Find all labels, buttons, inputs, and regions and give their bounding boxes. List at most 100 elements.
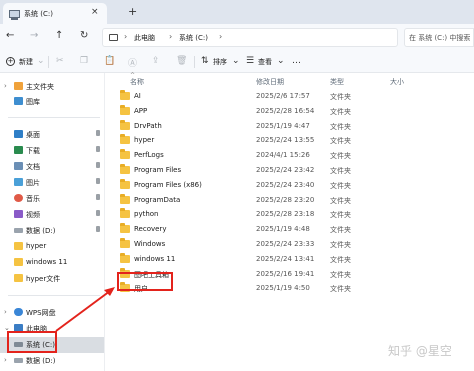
chevron-right-icon[interactable]: › (4, 308, 7, 316)
new-tab-button[interactable]: + (128, 5, 137, 18)
sidebar-item-home[interactable]: › 主文件夹 (0, 79, 104, 95)
plus-circle-icon[interactable]: + (6, 57, 15, 66)
column-header-modified[interactable]: 修改日期 (256, 77, 284, 87)
column-header-type[interactable]: 类型 (330, 77, 344, 87)
drive-icon (14, 228, 23, 233)
file-date: 2025/2/24 23:33 (256, 240, 315, 248)
file-type: 文件夹 (330, 285, 351, 294)
file-type: 文件夹 (330, 181, 351, 190)
file-row[interactable]: hyper 2025/2/24 13:55 文件夹 (120, 134, 368, 148)
file-type: 文件夹 (330, 241, 351, 249)
up-arrow-icon[interactable]: ↑ (55, 30, 63, 41)
search-placeholder: 在 系统 (C:) 中搜索 (409, 34, 471, 42)
close-tab-button[interactable]: × (91, 7, 99, 17)
chevron-right-icon[interactable]: › (4, 356, 7, 364)
highlight-box-system-c (7, 331, 57, 353)
sidebar-item-drive-d-tree[interactable]: › 数据 (D:) (0, 353, 104, 369)
file-type: 文件夹 (330, 255, 351, 264)
sidebar-item-hyper-files[interactable]: hyper文件 (0, 271, 104, 287)
sidebar-item-label: 数据 (D:) (26, 357, 56, 365)
sidebar-item-gallery[interactable]: 图库 (0, 94, 104, 110)
file-type: 文件夹 (330, 137, 351, 146)
file-row[interactable]: PerfLogs 2024/4/1 15:26 文件夹 (120, 149, 368, 163)
pin-icon[interactable] (96, 226, 100, 232)
sidebar-item-music[interactable]: 音乐 (0, 191, 104, 207)
pin-icon[interactable] (96, 178, 100, 184)
desktop-icon (14, 130, 23, 138)
delete-icon[interactable]: 🗑 (176, 56, 187, 66)
rename-icon[interactable]: Ⓐ (128, 56, 137, 69)
tab-system-c[interactable]: 系统 (C:) × (3, 3, 107, 24)
file-row[interactable]: Program Files (x86) 2025/2/24 23:40 文件夹 (120, 178, 368, 193)
sidebar-item-label: 主文件夹 (26, 83, 54, 91)
search-input[interactable]: 在 系统 (C:) 中搜索 (404, 28, 474, 47)
column-header-size[interactable]: 大小 (390, 77, 404, 87)
address-input[interactable]: › 此电脑 › 系统 (C:) › (102, 28, 398, 47)
paste-icon[interactable]: 📋 (104, 56, 115, 66)
new-button[interactable]: 新建 (19, 57, 33, 67)
file-date: 2025/1/19 4:47 (256, 121, 310, 130)
chevron-down-icon[interactable]: ⌄ (232, 56, 240, 66)
file-row[interactable]: Windows 2025/2/24 23:33 文件夹 (120, 238, 368, 252)
refresh-icon[interactable]: ↻ (80, 30, 88, 41)
breadcrumb-system-c[interactable]: 系统 (C:) (179, 33, 208, 43)
file-row[interactable]: APP 2025/2/28 16:54 文件夹 (120, 104, 368, 119)
file-row[interactable]: Program Files 2025/2/24 23:42 文件夹 (120, 164, 368, 178)
file-name: hyper (134, 136, 155, 145)
file-row[interactable]: DrvPath 2025/1/19 4:47 文件夹 (120, 119, 368, 134)
chevron-down-icon[interactable]: ⌄ (37, 56, 45, 66)
view-button[interactable]: 查看 (258, 57, 272, 67)
folder-icon (120, 238, 130, 248)
view-icon[interactable]: ☰ (246, 56, 254, 66)
file-name: DrvPath (134, 121, 162, 130)
file-date: 2024/4/1 15:26 (256, 151, 310, 160)
folder-icon (120, 178, 130, 189)
sidebar-item-downloads[interactable]: 下载 (0, 143, 104, 159)
sidebar-item-wps-cloud[interactable]: › WPS网盘 (0, 305, 104, 321)
sidebar-item-label: 数据 (D:) (26, 227, 56, 235)
pin-icon[interactable] (96, 130, 100, 136)
breadcrumb-this-pc[interactable]: 此电脑 (134, 33, 155, 43)
command-bar: + 新建 ⌄ ✂ ❐ 📋 Ⓐ ⇪ 🗑 ⇅ 排序 ⌄ ☰ 查看 ⌄ … (0, 51, 474, 73)
sidebar-item-label: 图库 (26, 98, 40, 106)
sort-icon[interactable]: ⇅ (201, 56, 209, 66)
pin-icon[interactable] (96, 194, 100, 200)
file-date: 2025/1/19 4:48 (256, 225, 310, 234)
sidebar-item-documents[interactable]: 文档 (0, 159, 104, 175)
file-date: 2025/2/28 23:18 (256, 210, 315, 219)
sidebar-item-windows-11[interactable]: windows 11 (0, 255, 104, 271)
sidebar-item-videos[interactable]: 视频 (0, 207, 104, 223)
file-row[interactable]: python 2025/2/28 23:18 文件夹 (120, 208, 368, 222)
chevron-right-icon[interactable]: › (4, 82, 7, 90)
sidebar-item-drive-d[interactable]: 数据 (D:) (0, 223, 104, 239)
file-row[interactable]: Recovery 2025/1/19 4:48 文件夹 (120, 223, 368, 237)
back-arrow-icon[interactable]: ← (6, 30, 14, 41)
sidebar-item-label: 音乐 (26, 195, 40, 203)
pin-icon[interactable] (96, 146, 100, 152)
copy-icon[interactable]: ❐ (80, 56, 88, 66)
pin-icon[interactable] (96, 162, 100, 168)
file-list: 名称 ^ 修改日期 类型 大小 AI 2025/2/6 17:57 文件夹 APP 20… (106, 72, 474, 371)
file-row[interactable]: ProgramData 2025/2/28 23:20 文件夹 (120, 193, 368, 208)
file-row[interactable]: AI 2025/2/6 17:57 文件夹 (120, 90, 368, 104)
sidebar-item-desktop[interactable]: 桌面 (0, 127, 104, 143)
sort-button[interactable]: 排序 (213, 57, 227, 67)
file-row[interactable]: windows 11 2025/2/24 13:41 文件夹 (120, 252, 368, 267)
share-icon[interactable]: ⇪ (152, 56, 160, 66)
pictures-icon (14, 178, 23, 186)
pin-icon[interactable] (96, 210, 100, 216)
more-options-icon[interactable]: … (292, 56, 301, 66)
file-name: Recovery (134, 225, 167, 234)
sidebar-item-hyper[interactable]: hyper (0, 239, 104, 255)
chevron-right-icon: › (169, 32, 173, 41)
folder-icon (120, 252, 130, 263)
file-type: 文件夹 (330, 93, 351, 101)
file-name: APP (134, 106, 148, 115)
forward-arrow-icon[interactable]: → (30, 30, 38, 41)
file-type: 文件夹 (330, 211, 351, 220)
sidebar-item-pictures[interactable]: 图片 (0, 175, 104, 191)
folder-icon (120, 104, 130, 115)
cut-icon[interactable]: ✂ (56, 56, 64, 66)
chevron-down-icon[interactable]: ⌄ (277, 56, 285, 66)
sidebar-item-label: 图片 (26, 179, 40, 187)
